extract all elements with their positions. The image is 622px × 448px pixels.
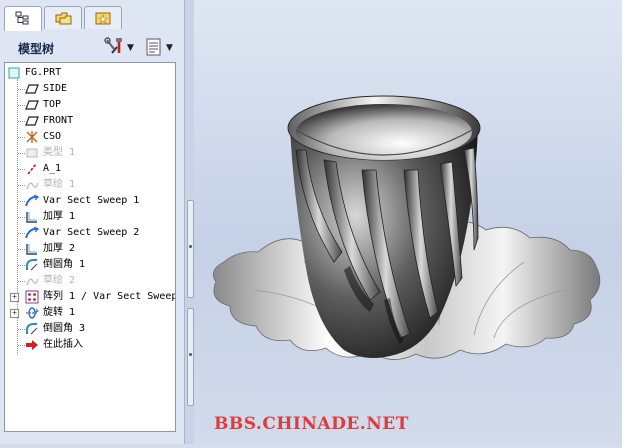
sweep-icon (25, 194, 39, 207)
tree-connector (18, 153, 25, 155)
watermark-text: BBS.CHINADE.NET (214, 414, 409, 434)
tree-connector (18, 233, 25, 235)
chevron-down-icon: ▼ (166, 43, 173, 53)
tree-item-label: 倒圆角 1 (43, 259, 86, 270)
model-tree-title: 模型树 (18, 42, 55, 56)
thicken-icon (26, 212, 37, 223)
tab-model-tree[interactable] (4, 6, 42, 31)
tree-item-label: 加厚 1 (43, 211, 76, 222)
settings-tools-icon (104, 37, 122, 54)
tree-connector (18, 265, 25, 267)
thicken-icon (26, 244, 37, 255)
tree-item-label: A_1 (43, 163, 62, 174)
tree-connector (18, 185, 25, 187)
tree-item-label: Var Sect Sweep 1 (43, 195, 140, 206)
sketch-icon (26, 182, 39, 190)
datum-plane-icon (25, 100, 39, 110)
revolve-icon (26, 307, 39, 319)
tree-connector (18, 169, 25, 171)
datum-plane-icon (25, 116, 39, 126)
tree-item-label: TOP (43, 99, 62, 110)
sketch-icon (26, 278, 39, 286)
show-list-icon (146, 38, 161, 56)
tree-item-label: 倒圆角 3 (43, 323, 86, 334)
tree-connector (18, 105, 25, 107)
sweep-icon (25, 226, 39, 239)
feature-type-icon (26, 148, 38, 158)
graphics-viewport[interactable] (194, 0, 622, 444)
round-icon (26, 259, 38, 271)
tree-item-label: 加厚 2 (43, 243, 76, 254)
datum-plane-icon (25, 84, 39, 94)
splitter-handle-bottom[interactable] (187, 308, 194, 406)
model-tree-icon (15, 11, 29, 25)
tree-item-label: Var Sect Sweep 2 (43, 227, 140, 238)
cup-model-render (212, 95, 601, 360)
part-icon (8, 67, 20, 79)
favorites-icon (95, 12, 111, 25)
tree-connector (18, 137, 25, 139)
expand-toggle[interactable]: + (10, 309, 19, 318)
navigator-tabs (0, 6, 188, 31)
tab-folder-browser[interactable] (44, 6, 82, 29)
folder-browser-icon (55, 12, 72, 25)
tree-item-label: FG.PRT (25, 67, 62, 78)
tree-item-label: SIDE (43, 83, 68, 94)
model-tree-toolbar: 模型树 ▼ ▼ (0, 32, 188, 62)
tree-connector (18, 249, 25, 251)
tree-connector (18, 281, 25, 283)
tree-show-button[interactable]: ▼ (145, 37, 177, 57)
expand-toggle[interactable]: + (10, 293, 19, 302)
coordinate-system-icon (26, 131, 38, 143)
chevron-down-icon: ▼ (127, 43, 134, 53)
tree-item-label: FRONT (43, 115, 74, 126)
datum-axis-icon (27, 163, 37, 175)
cup-inner (296, 104, 472, 160)
tree-connector (18, 329, 25, 331)
tree-connector (18, 345, 25, 347)
model-tree[interactable]: FG.PRT SIDE TOP FRONT CSO 类型 1 A_1 草绘 1 … (4, 62, 176, 432)
round-icon (26, 323, 38, 335)
pattern-icon (25, 290, 39, 304)
tree-item-label: 阵列 1 / Var Sect Sweep 1 (43, 291, 176, 302)
tree-connector (18, 217, 25, 219)
tree-item-label: 在此插入 (43, 339, 83, 350)
tree-settings-button[interactable]: ▼ (104, 37, 134, 57)
tree-connector (18, 89, 25, 91)
tree-item-label: 草绘 1 (43, 179, 76, 190)
tree-item-label: 旋转 1 (43, 307, 76, 318)
tree-item-label: 草绘 2 (43, 275, 76, 286)
tab-favorites[interactable] (84, 6, 122, 29)
tree-item-label: 类型 1 (43, 147, 76, 158)
tree-item-label: CSO (43, 131, 62, 142)
splitter-handle-top[interactable] (187, 200, 194, 298)
insert-here-arrow-icon (26, 340, 38, 350)
tree-connector (18, 201, 25, 203)
tree-connector (18, 121, 25, 123)
model-tree-panel: 模型树 ▼ ▼ FG.PRT SIDE TOP FRONT CSO 类型 1 A… (0, 0, 188, 444)
